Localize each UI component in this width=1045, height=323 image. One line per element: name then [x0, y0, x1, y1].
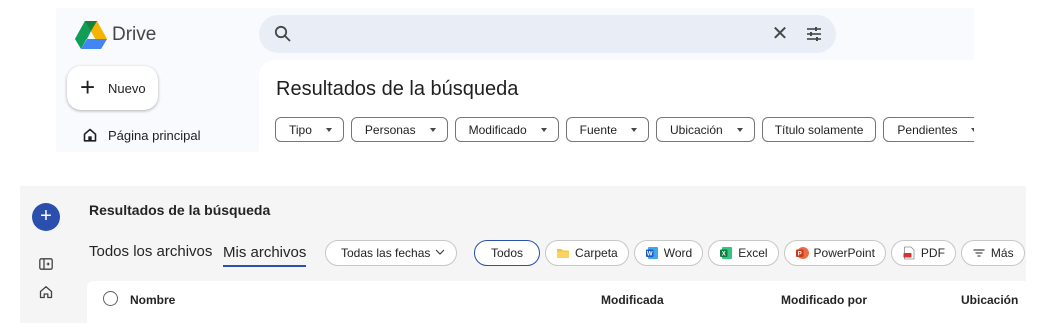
select-all-checkbox[interactable]: [103, 291, 118, 306]
pdf-icon: [902, 246, 916, 260]
chevron-down-icon: [435, 249, 445, 255]
results-table: Nombre Modificada Modificado por Ubicaci…: [87, 281, 1026, 323]
app-name[interactable]: Drive: [112, 24, 156, 46]
type-filter-powerpoint[interactable]: P PowerPoint: [783, 240, 886, 266]
filter-chip-label: Personas: [364, 122, 416, 137]
dropdown-arrow-icon: [325, 127, 332, 132]
type-filter-label: Todos: [491, 246, 524, 260]
column-header-name[interactable]: Nombre: [130, 293, 175, 307]
folder-icon: [556, 246, 570, 260]
dropdown-arrow-icon: [736, 127, 743, 132]
search-icon[interactable]: [273, 24, 293, 44]
filter-chip-pendientes[interactable]: Pendientes: [883, 117, 974, 142]
filter-chip-label: Modificado: [468, 122, 527, 137]
excel-icon: X: [719, 246, 733, 260]
dropdown-arrow-icon: [631, 127, 637, 132]
filter-chip-label: Pendientes: [897, 122, 958, 137]
type-filter-label: Carpeta: [575, 246, 618, 260]
search-bar[interactable]: ✕: [259, 15, 836, 53]
dropdown-arrow-icon: [540, 127, 547, 132]
tab-my-files[interactable]: Mis archivos: [223, 244, 307, 267]
search-options-icon[interactable]: [804, 24, 824, 44]
sidebar-panel-icon[interactable]: [39, 258, 53, 270]
page-title: Resultados de la búsqueda: [276, 78, 519, 100]
date-filter-dropdown[interactable]: Todas las fechas: [325, 240, 457, 266]
type-filter-excel[interactable]: X Excel: [708, 240, 779, 266]
column-header-location[interactable]: Ubicación: [961, 293, 1018, 307]
new-button-label: Nuevo: [108, 81, 146, 96]
type-filter-pdf[interactable]: PDF: [890, 240, 956, 266]
plus-icon: +: [80, 72, 96, 102]
type-filter-label: Excel: [738, 246, 768, 260]
home-icon[interactable]: [83, 128, 97, 142]
filter-chip-tipo[interactable]: Tipo: [275, 117, 344, 142]
powerpoint-icon: P: [795, 246, 809, 260]
page-title: Resultados de la búsqueda: [89, 202, 271, 218]
svg-text:X: X: [722, 252, 726, 258]
type-filter-word[interactable]: W Word: [633, 240, 704, 266]
type-filter-label: PowerPoint: [813, 246, 875, 260]
type-filter-label: Más: [990, 246, 1014, 260]
filter-chip-label: Ubicación: [670, 122, 723, 137]
svg-text:W: W: [647, 252, 653, 258]
new-button[interactable]: + Nuevo: [67, 66, 158, 110]
filter-chips: Tipo Personas Modificado Fuente Ubicación Tít…: [275, 117, 974, 142]
filter-chip-ubicación[interactable]: Ubicación: [656, 117, 755, 142]
sidebar-item-home[interactable]: Página principal: [108, 128, 201, 143]
dropdown-arrow-icon: [429, 127, 436, 132]
home-icon[interactable]: [39, 285, 53, 299]
column-header-modified-by[interactable]: Modificado por: [781, 293, 867, 307]
type-filter-todos[interactable]: Todos: [474, 240, 541, 266]
type-filter-carpeta[interactable]: Carpeta: [545, 240, 629, 266]
results-area: Resultados de la búsqueda Tipo Personas Mo…: [259, 60, 974, 152]
search-input[interactable]: [303, 23, 743, 45]
dropdown-arrow-icon: [971, 127, 974, 132]
clear-search-icon[interactable]: ✕: [769, 23, 791, 45]
type-filter-label: PDF: [920, 246, 945, 260]
filter-chip-título-solamente[interactable]: Título solamente: [761, 117, 877, 142]
create-button[interactable]: +: [32, 203, 60, 231]
file-type-filters: Todos Carpeta W Word X Excel P PowerPoint PDF Más: [474, 240, 1025, 266]
filter-chip-label: Título solamente: [774, 122, 864, 137]
filter-chip-label: Fuente: [579, 122, 617, 137]
filter-chip-fuente[interactable]: Fuente: [565, 117, 649, 142]
type-filter-más[interactable]: Más: [960, 240, 1025, 266]
filter-lines-icon: [972, 246, 986, 260]
column-header-modified[interactable]: Modificada: [601, 293, 664, 307]
filter-chip-label: Tipo: [289, 122, 312, 137]
drive-logo-icon[interactable]: [74, 20, 108, 50]
date-filter-label: Todas las fechas: [341, 246, 431, 260]
drive-search-panel: Drive ✕ + Nuevo Página principal Resulta…: [56, 8, 974, 152]
tab-all-files[interactable]: Todos los archivos: [89, 243, 212, 260]
svg-text:P: P: [797, 252, 801, 258]
filter-chip-modificado[interactable]: Modificado: [454, 117, 559, 142]
onedrive-search-panel: + Resultados de la búsqueda Todos los ar…: [20, 186, 1026, 323]
filter-chip-personas[interactable]: Personas: [350, 117, 448, 142]
type-filter-label: Word: [663, 246, 693, 260]
word-icon: W: [645, 246, 659, 260]
